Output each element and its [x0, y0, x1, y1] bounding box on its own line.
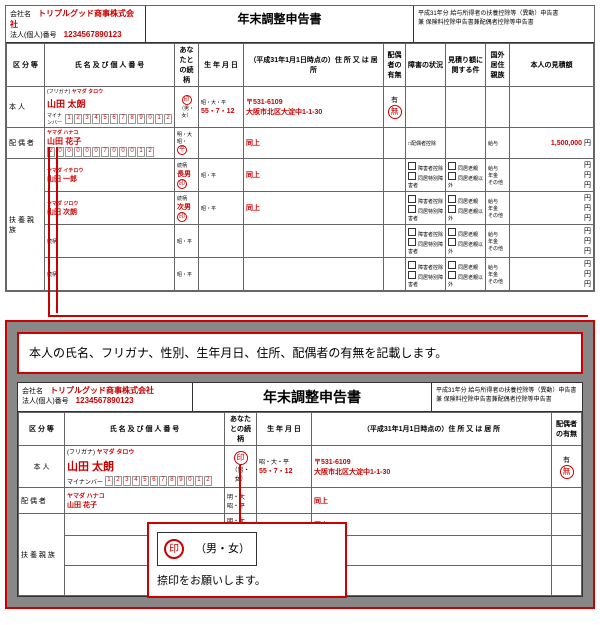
main-table: 区 分 等 氏 名 及 び 個 人 番 号 あなたとの続柄 生 年 月 日 （平…: [6, 43, 594, 291]
dependent-row-empty: 続柄昭・平 障害者控除同居特別障害者 同居老親同居老親以外 給与年金その他 円円…: [7, 225, 594, 258]
stamp-callout: 印 （男・女） 捺印をお願いします。: [147, 522, 347, 598]
dependent-row: ヤマダ ジロウ 山田 次朗 続柄次男印 昭・平 同上 障害者控除同居特別障害者 …: [7, 192, 594, 225]
zoom-panel: 本人の氏名、フリガナ、性別、生年月日、住所、配偶者の有無を記載します。 会社名 …: [5, 320, 595, 609]
person-row: 本 人 (フリガナ) ヤマダ タロウ 山田 太朗 マイナンバー 12345678…: [7, 87, 594, 128]
zoom-stamp-icon: 印: [234, 451, 248, 465]
form-title: 年末調整申告書: [146, 6, 414, 42]
stamp-icon: 印: [177, 212, 187, 222]
zoom-spouse-row: 配 偶 者 ヤマダ ハナコ 山田 花子 明・大昭・平 同上: [19, 488, 582, 514]
mynumber-digits: 123456789012: [65, 114, 172, 124]
form-subtitle: 平成31年分 給与所得者の扶養控除等（異動）申告書 兼 保険料控除申告書兼配偶者…: [414, 6, 594, 42]
stamp-sample-icon: 印: [164, 539, 184, 559]
dependent-row: 扶 養 親 族 ヤマダ イチロウ 山田 一郎 続柄長男印 昭・平 同上 障害者控…: [7, 159, 594, 192]
full-form: 会社名 トリプルグッド商事株式会社 法人(個人)番号 1234567890123…: [5, 5, 595, 292]
spouse-none-circle: 無: [388, 105, 402, 119]
dependent-row-empty: 続柄昭・平 障害者控除同居特別障害者 同居老親同居老親以外 給与年金その他 円円…: [7, 258, 594, 291]
stamp-icon: 印: [182, 95, 192, 105]
stamp-icon: 印: [177, 179, 187, 189]
main-callout: 本人の氏名、フリガナ、性別、生年月日、住所、配偶者の有無を記載します。: [17, 332, 583, 374]
spouse-row: 配 偶 者 ヤマダ ハナコ 山田 花子 200000700012 明・大昭・平 …: [7, 128, 594, 159]
corp-number: 1234567890123: [64, 30, 122, 39]
zoom-person-row: 本 人 (フリガナ) ヤマダ タロウ 山田 太朗 マイナンバー 12345678…: [19, 446, 582, 488]
company-block: 会社名 トリプルグッド商事株式会社 法人(個人)番号 1234567890123: [6, 6, 146, 42]
